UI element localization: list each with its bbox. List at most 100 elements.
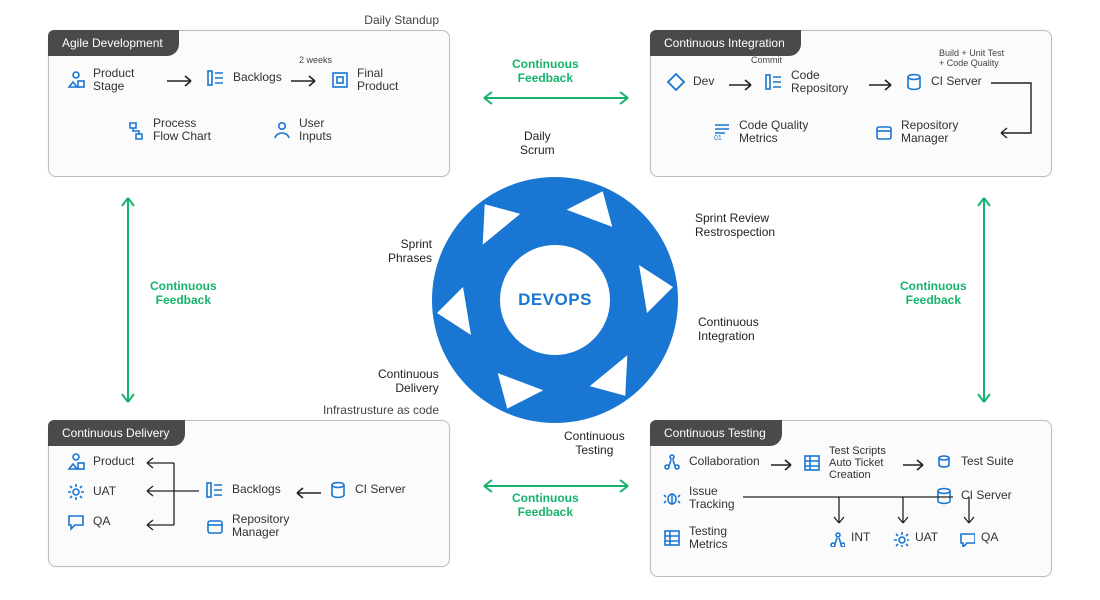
arrow-right-icon [167, 75, 199, 87]
devops-cycle: DEVOPS [410, 155, 700, 445]
item-ci-server: CI Server [903, 71, 982, 93]
arrow-right-icon [291, 75, 323, 87]
double-arrow-vertical-icon [120, 190, 136, 410]
item-qa: QA [65, 511, 110, 533]
cycle-center: DEVOPS [500, 245, 610, 355]
item-tickets: Test Scripts Auto Ticket Creation [801, 445, 886, 481]
cycle-label-ci: Continuous Integration [698, 316, 759, 344]
shapes-icon [65, 69, 87, 91]
item-issue-tracking: Issue Tracking [661, 485, 735, 511]
cycle-label-sprint-phrases: Sprint Phrases [388, 238, 432, 266]
label: Final Product [357, 67, 398, 93]
label: CI Server [355, 483, 406, 496]
feedback-top: Continuous Feedback [512, 58, 579, 86]
calendar-icon [204, 515, 226, 537]
box-icon [329, 69, 351, 91]
connector [991, 79, 1041, 141]
label: User Inputs [299, 117, 332, 143]
feedback-right: Continuous Feedback [900, 280, 967, 308]
cycle-center-label: DEVOPS [518, 290, 592, 310]
item-backlogs: Backlogs [205, 67, 282, 89]
arrow-right-icon [729, 79, 759, 91]
label: Repository Manager [901, 119, 958, 145]
item-product-stage: Product Stage [65, 67, 134, 93]
panel-title: Continuous Integration [650, 30, 801, 56]
panel-continuous-delivery: Continuous Delivery Infrastrusture as co… [48, 420, 450, 567]
item-uat: UAT [65, 481, 116, 503]
calendar-icon [873, 121, 895, 143]
arrow-left-icon [289, 487, 321, 499]
connector [139, 455, 199, 535]
label: QA [93, 515, 110, 528]
label: Product Stage [93, 67, 134, 93]
item-test-suite: Test Suite [933, 451, 1014, 473]
label: Code Quality Metrics [739, 119, 808, 145]
item-dev: Dev [665, 71, 714, 93]
item-backlogs: Backlogs [204, 479, 281, 501]
item-testing-metrics: Testing Metrics [661, 525, 728, 551]
item-user-inputs: User Inputs [271, 117, 332, 143]
chat-icon [65, 511, 87, 533]
sheet-icon [801, 452, 823, 474]
item-code-repo: Code Repository [763, 69, 848, 95]
label: CI Server [931, 75, 982, 88]
label: Process Flow Chart [153, 117, 211, 143]
label: Collaboration [689, 455, 760, 468]
database-icon [327, 479, 349, 501]
item-product: Product [65, 451, 134, 473]
label: Test Suite [961, 455, 1014, 468]
arrow-right-icon [903, 459, 931, 471]
user-icon [271, 119, 293, 141]
database-icon [903, 71, 925, 93]
list-icon [205, 67, 227, 89]
label: Backlogs [233, 71, 282, 84]
panel-title: Continuous Delivery [48, 420, 185, 446]
item-ci-server: CI Server [327, 479, 406, 501]
flow-icon [125, 119, 147, 141]
panel-subtitle: Daily Standup [364, 13, 439, 27]
label: Issue Tracking [689, 485, 735, 511]
list-icon [204, 479, 226, 501]
arrow-right-icon [771, 459, 799, 471]
feedback-bottom: Continuous Feedback [512, 492, 579, 520]
cycle-label-cd: Continuous Delivery [378, 368, 439, 396]
database-small-icon [933, 451, 955, 473]
item-code-quality: Code Quality Metrics [711, 119, 808, 145]
double-arrow-icon [476, 90, 636, 106]
connector [743, 493, 1003, 537]
dev-icon [665, 71, 687, 93]
item-repo-manager: Repository Manager [873, 119, 958, 145]
label: UAT [93, 485, 116, 498]
item-process-flow: Process Flow Chart [125, 117, 211, 143]
item-repo-manager: Repository Manager [204, 513, 289, 539]
item-final-product: Final Product [329, 67, 398, 93]
label: Backlogs [232, 483, 281, 496]
panel-continuous-integration: Continuous Integration Commit Build + Un… [650, 30, 1052, 177]
bug-icon [661, 487, 683, 509]
panel-title: Agile Development [48, 30, 179, 56]
backlogs-duration: 2 weeks [299, 55, 332, 65]
label: Code Repository [791, 69, 848, 95]
shapes-icon [65, 451, 87, 473]
list-icon [763, 71, 785, 93]
label: Product [93, 455, 134, 468]
gear-icon [65, 481, 87, 503]
sheet-icon [661, 527, 683, 549]
arrow-right-icon [869, 79, 899, 91]
double-arrow-vertical-icon [976, 190, 992, 410]
panel-agile-development: Agile Development Daily Standup Product … [48, 30, 450, 177]
annotation-build: Build + Unit Test + Code Quality [939, 49, 1004, 69]
label: Test Scripts Auto Ticket Creation [829, 445, 886, 481]
cycle-label-sprint-review: Sprint Review Restrospection [695, 212, 775, 240]
label: Dev [693, 75, 714, 88]
item-collaboration: Collaboration [661, 451, 760, 473]
label: Testing Metrics [689, 525, 728, 551]
cycle-label-daily-scrum: Daily Scrum [520, 130, 555, 158]
binary-icon [711, 121, 733, 143]
double-arrow-icon [476, 478, 636, 494]
label: Repository Manager [232, 513, 289, 539]
cycle-label-ct: Continuous Testing [564, 430, 625, 458]
annotation-commit: Commit [751, 55, 782, 65]
feedback-left: Continuous Feedback [150, 280, 217, 308]
panel-continuous-testing: Continuous Testing Collaboration Test Sc… [650, 420, 1052, 577]
